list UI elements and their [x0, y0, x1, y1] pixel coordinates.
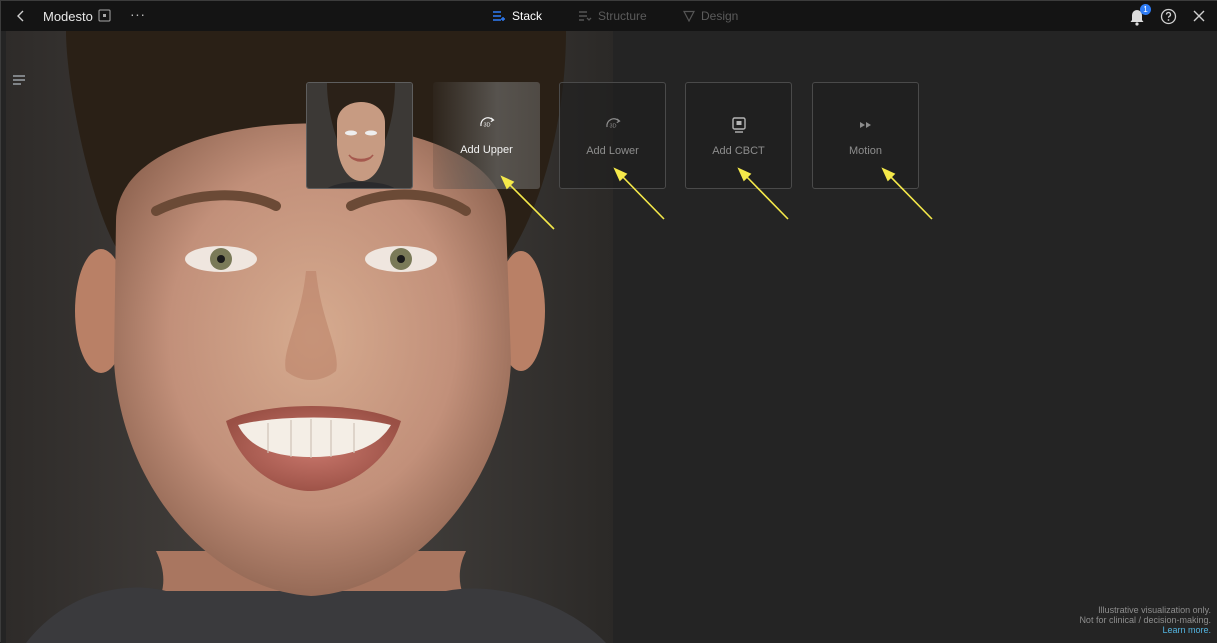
- design-icon: [683, 10, 695, 22]
- svg-text:3D: 3D: [483, 123, 490, 129]
- photo-thumbnail[interactable]: [306, 82, 413, 189]
- disclaimer-line: Illustrative visualization only.: [1098, 605, 1211, 615]
- add-cbct-button[interactable]: Add CBCT: [685, 82, 792, 189]
- structure-icon: [579, 11, 592, 21]
- svg-text:3D: 3D: [609, 124, 616, 130]
- project-title: Modesto: [43, 9, 93, 24]
- fast-forward-icon: [859, 122, 871, 128]
- tile-label: Motion: [848, 145, 883, 157]
- notification-badge: 1: [1140, 4, 1151, 15]
- tile-label: Add Lower: [586, 145, 639, 157]
- tab-label: Structure: [598, 9, 647, 23]
- tile-label: Add Upper: [460, 144, 513, 156]
- close-icon[interactable]: [1192, 9, 1206, 23]
- top-bar: Modesto ··· Stack Structure Design 1: [1, 1, 1217, 31]
- add-lower-button[interactable]: 3D Add Lower: [559, 82, 666, 189]
- hamburger-menu-icon[interactable]: [12, 74, 28, 86]
- tab-label: Design: [701, 9, 739, 23]
- tab-structure[interactable]: Structure: [578, 7, 647, 25]
- learn-more-link[interactable]: Learn more.: [1079, 625, 1211, 635]
- disclaimer: Illustrative visualization only. Not for…: [1079, 605, 1211, 635]
- tab-label: Stack: [512, 9, 543, 23]
- disclaimer-line: Not for clinical / decision-making.: [1079, 615, 1211, 625]
- stack-icon: [493, 11, 505, 21]
- tab-design[interactable]: Design: [683, 7, 738, 25]
- help-icon[interactable]: [1160, 8, 1177, 25]
- tab-stack[interactable]: Stack: [492, 7, 542, 25]
- cbct-scan-icon: [731, 117, 746, 133]
- 3d-rotate-icon: 3D: [605, 118, 621, 130]
- more-options-button[interactable]: ···: [130, 6, 146, 22]
- chevron-left-icon[interactable]: [12, 7, 30, 25]
- viewer-canvas[interactable]: 3D Add Upper 3D Add Lower Add CBCT Motio…: [1, 31, 1217, 643]
- square-icon[interactable]: [98, 9, 111, 22]
- motion-button[interactable]: Motion: [812, 82, 919, 189]
- app-window: Modesto ··· Stack Structure Design 1 3D …: [0, 0, 1217, 643]
- thumbnail-face-image: [307, 83, 412, 188]
- tile-label: Add CBCT: [712, 145, 765, 157]
- add-upper-button[interactable]: 3D Add Upper: [433, 82, 540, 189]
- 3d-rotate-icon: 3D: [479, 117, 495, 129]
